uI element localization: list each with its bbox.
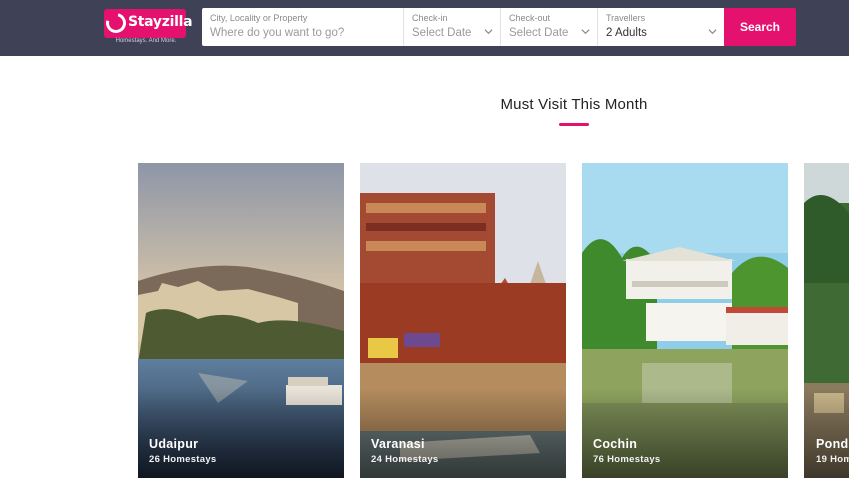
checkout-label: Check-out <box>509 13 551 23</box>
checkin-input[interactable]: Select Date <box>412 27 471 39</box>
destination-card-varanasi[interactable]: Varanasi 24 Homestays <box>360 163 566 478</box>
search-bar: City, Locality or Property Where do you … <box>202 8 724 46</box>
destination-card-cochin[interactable]: Cochin 76 Homestays <box>582 163 788 478</box>
travellers-label: Travellers <box>606 13 646 23</box>
destination-name: Varanasi <box>371 437 425 451</box>
location-label: City, Locality or Property <box>210 13 308 23</box>
logo-text: Stayzilla <box>128 14 193 30</box>
destination-name: Udaipur <box>149 437 199 451</box>
location-field[interactable]: City, Locality or Property Where do you … <box>202 8 404 46</box>
search-button[interactable]: Search <box>724 8 796 46</box>
destination-card-pondicherry[interactable]: Pondi 19 Homes <box>804 163 849 478</box>
travellers-select[interactable]: 2 Adults <box>606 27 647 39</box>
chevron-down-icon <box>708 29 717 35</box>
location-input[interactable]: Where do you want to go? <box>210 27 344 39</box>
travellers-field[interactable]: Travellers 2 Adults <box>598 8 724 46</box>
destination-count: 24 Homestays <box>371 454 439 465</box>
logo-ring-icon <box>102 9 130 37</box>
checkout-input[interactable]: Select Date <box>509 27 568 39</box>
destination-name: Pondi <box>816 437 849 451</box>
destination-count: 76 Homestays <box>593 454 661 465</box>
chevron-down-icon <box>581 29 590 35</box>
chevron-down-icon <box>484 29 493 35</box>
stayzilla-logo[interactable]: Stayzilla <box>102 9 193 38</box>
destination-card-udaipur[interactable]: Udaipur 26 Homestays <box>138 163 344 478</box>
destination-name: Cochin <box>593 437 638 451</box>
destination-count: 19 Homes <box>816 454 849 465</box>
checkout-field[interactable]: Check-out Select Date <box>501 8 598 46</box>
destination-count: 26 Homestays <box>149 454 217 465</box>
section-title: Must Visit This Month <box>500 96 648 113</box>
checkin-label: Check-in <box>412 13 448 23</box>
title-underline <box>559 123 589 126</box>
checkin-field[interactable]: Check-in Select Date <box>404 8 501 46</box>
logo-tagline: Homestays. And More. <box>115 38 177 44</box>
